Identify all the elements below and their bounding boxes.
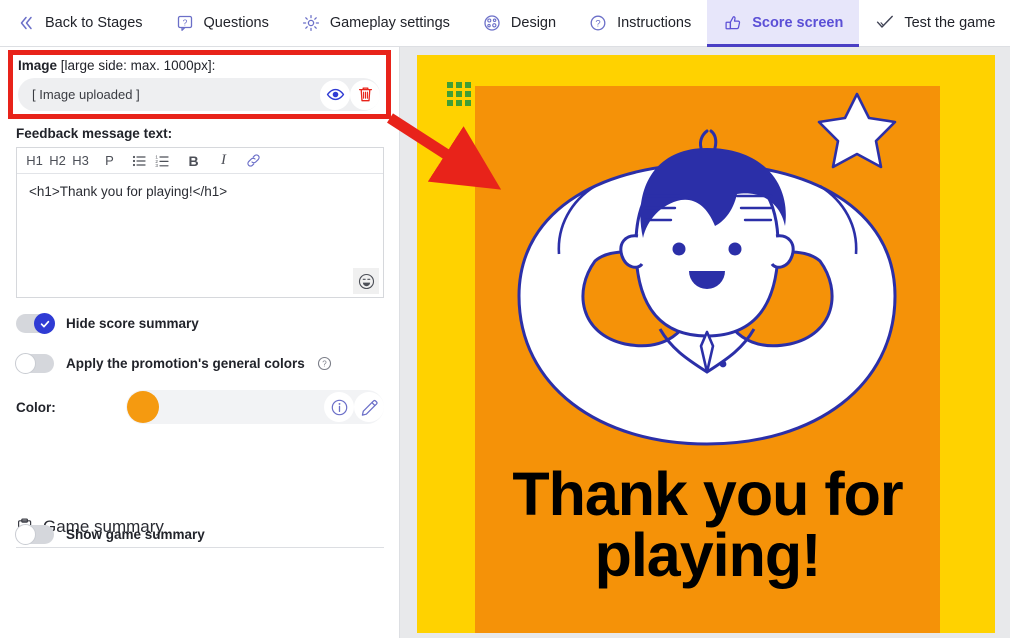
question-bubble-icon: ? xyxy=(175,13,195,33)
image-label-hint: [large side: max. 1000px]: xyxy=(60,58,216,73)
grid-dot xyxy=(456,100,462,106)
tab-label: Test the game xyxy=(904,15,996,31)
grid-dot xyxy=(456,91,462,97)
color-label: Color: xyxy=(16,399,56,415)
question-circle-icon: ? xyxy=(588,13,608,33)
show-game-summary-toggle[interactable] xyxy=(15,524,54,545)
thumbs-up-icon xyxy=(723,13,743,33)
svg-text:?: ? xyxy=(182,17,187,27)
tab-label: Design xyxy=(510,15,557,31)
feedback-editor-body[interactable]: <h1>Thank you for playing!</h1> xyxy=(17,174,383,298)
score-screen-preview: Thank you for playing! xyxy=(400,47,1010,638)
hide-score-summary-toggle[interactable] xyxy=(16,313,55,334)
color-field[interactable] xyxy=(126,390,384,424)
tab-score-screen[interactable]: Score screen xyxy=(707,0,860,47)
apply-general-colors-row[interactable]: Apply the promotion's general colors ? xyxy=(15,353,332,374)
show-game-summary-label: Show game summary xyxy=(66,527,205,542)
eye-icon[interactable] xyxy=(320,79,350,110)
app-root: Back to Stages ? Questions Gameplay sett… xyxy=(0,0,1010,638)
grid-dot xyxy=(465,100,471,106)
tab-label: Gameplay settings xyxy=(329,15,450,31)
tab-label: Score screen xyxy=(752,15,844,31)
color-row: Color: xyxy=(16,390,384,424)
grid-dot xyxy=(465,82,471,88)
editor-toolbar: H1 H2 H3 P 123 B I xyxy=(17,148,383,174)
tab-gameplay-settings[interactable]: Gameplay settings xyxy=(285,0,466,46)
grid-dot xyxy=(447,100,453,106)
question-circle-icon[interactable]: ? xyxy=(317,356,332,371)
color-swatch[interactable] xyxy=(127,391,159,423)
toggle-knob xyxy=(15,524,36,545)
feedback-editor[interactable]: H1 H2 H3 P 123 B I <h1>Thank you for pla… xyxy=(16,147,384,298)
image-field-label: Image [large side: max. 1000px]: xyxy=(18,58,215,73)
format-paragraph-button[interactable]: P xyxy=(98,149,121,173)
hide-score-summary-label: Hide score summary xyxy=(66,316,199,331)
gear-icon xyxy=(301,13,321,33)
tab-instructions[interactable]: ? Instructions xyxy=(572,0,707,46)
tab-label: Back to Stages xyxy=(45,15,143,31)
palette-icon xyxy=(482,13,502,33)
toggle-knob xyxy=(34,313,55,334)
chevron-double-left-icon xyxy=(16,13,36,33)
toggle-knob xyxy=(15,353,36,374)
apply-general-colors-toggle[interactable] xyxy=(15,353,54,374)
top-tab-bar: Back to Stages ? Questions Gameplay sett… xyxy=(0,0,1010,47)
info-icon[interactable] xyxy=(324,392,354,422)
svg-text:?: ? xyxy=(595,18,600,29)
score-headline-line1: Thank you for xyxy=(512,460,903,528)
section-divider xyxy=(16,547,384,548)
image-uploaded-text: [ Image uploaded ] xyxy=(32,87,140,102)
smiley-icon[interactable] xyxy=(353,268,379,294)
tab-label: Instructions xyxy=(617,15,692,31)
feedback-message-label: Feedback message text: xyxy=(16,126,173,141)
svg-text:?: ? xyxy=(322,360,327,369)
settings-panel: Image [large side: max. 1000px]: [ Image… xyxy=(0,47,400,638)
feedback-content-text: <h1>Thank you for playing!</h1> xyxy=(29,184,228,199)
format-h1-button[interactable]: H1 xyxy=(23,149,46,173)
score-screen-content: Thank you for playing! xyxy=(475,86,940,633)
link-icon[interactable] xyxy=(242,149,265,173)
hide-score-summary-row[interactable]: Hide score summary xyxy=(16,313,199,334)
grid-3x3-icon[interactable] xyxy=(447,82,471,106)
score-headline-line2: playing! xyxy=(594,521,822,589)
pencil-icon[interactable] xyxy=(354,392,384,422)
score-headline: Thank you for playing! xyxy=(475,464,940,586)
grid-dot xyxy=(447,82,453,88)
tab-back-to-stages[interactable]: Back to Stages xyxy=(0,0,159,46)
check-icon xyxy=(875,13,895,33)
apply-general-colors-label: Apply the promotion's general colors xyxy=(66,356,305,371)
tab-label: Questions xyxy=(203,15,269,31)
grid-dot xyxy=(465,91,471,97)
grid-dot xyxy=(447,91,453,97)
person-with-arms-behind-head-illustration xyxy=(517,92,897,446)
numbered-list-icon[interactable]: 123 xyxy=(150,149,173,173)
format-bold-button[interactable]: B xyxy=(182,149,205,173)
show-game-summary-row[interactable]: Show game summary xyxy=(15,524,205,545)
format-h3-button[interactable]: H3 xyxy=(69,149,92,173)
tab-test-the-game[interactable]: Test the game xyxy=(859,0,1010,46)
format-italic-button[interactable]: I xyxy=(212,149,235,173)
preview-canvas: Thank you for playing! xyxy=(417,55,995,633)
bullet-list-icon[interactable] xyxy=(127,149,150,173)
format-h2-button[interactable]: H2 xyxy=(46,149,69,173)
image-upload-row[interactable]: [ Image uploaded ] xyxy=(18,78,380,111)
grid-dot xyxy=(456,82,462,88)
svg-text:3: 3 xyxy=(155,163,158,168)
tab-design[interactable]: Design xyxy=(466,0,572,46)
image-label-bold: Image xyxy=(18,58,58,73)
tab-questions[interactable]: ? Questions xyxy=(159,0,285,46)
trash-icon[interactable] xyxy=(350,79,380,110)
